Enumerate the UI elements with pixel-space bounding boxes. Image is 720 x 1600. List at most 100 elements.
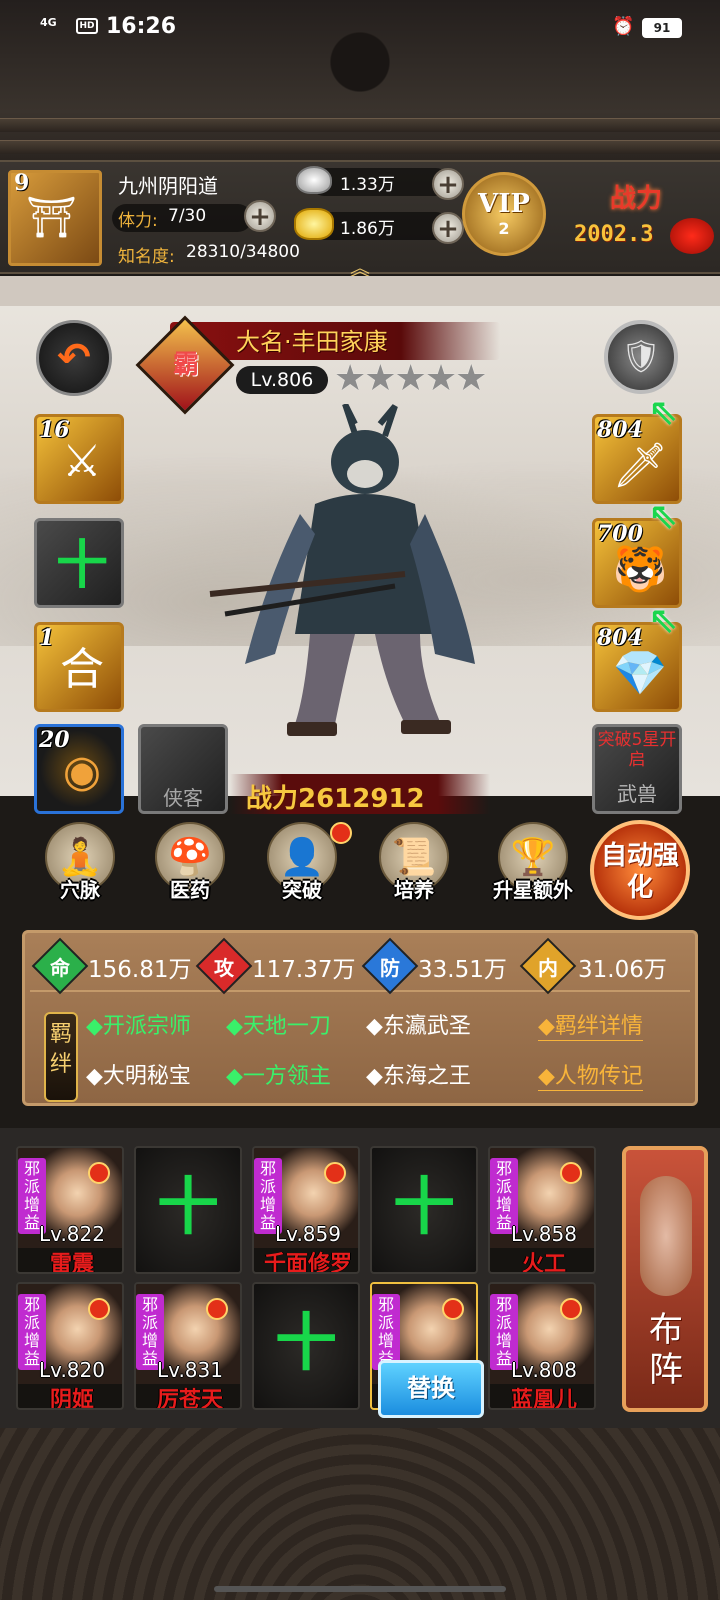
breakthrough-button[interactable]: 👤 突破 <box>254 822 352 918</box>
empty-hero-slot[interactable]: 十 <box>252 1282 360 1410</box>
auto-enhance-button[interactable]: 自动强化 <box>590 820 690 920</box>
skill-slot[interactable]: ⚔ 16 <box>34 414 124 504</box>
replace-button[interactable]: 替换 <box>378 1360 484 1418</box>
hero-card[interactable]: 邪派增益 Lv.808 蓝凰儿 <box>488 1282 596 1410</box>
hero-figure[interactable] <box>205 404 485 754</box>
evil-faction-tag: 邪派增益 <box>372 1294 400 1370</box>
faction-badge-text: 霸 <box>172 350 199 380</box>
star-up-extra-button[interactable]: 🏆 升星额外 <box>478 822 588 918</box>
empty-hero-slot[interactable]: 十 <box>370 1146 478 1274</box>
stat-value-inner: 31.06万 <box>578 957 667 983</box>
hero-card-level: Lv.822 <box>39 1222 105 1246</box>
notification-dot <box>560 1162 582 1184</box>
notification-dot <box>324 1162 346 1184</box>
clock: 16:26 <box>106 14 177 39</box>
player-name: 九州阴阳道 <box>118 174 218 198</box>
upgrade-arrow-icon: ⇖ <box>648 392 679 433</box>
add-hero-icon: 十 <box>274 1306 337 1379</box>
notification-dot <box>442 1298 464 1320</box>
notification-dot <box>88 1162 110 1184</box>
medicine-button[interactable]: 🍄 医药 <box>142 822 238 918</box>
stamina-value: 7/30 <box>168 206 207 226</box>
hd-badge: HD <box>76 18 98 34</box>
hero-level: Lv.806 <box>236 366 328 394</box>
bond-item: ◆天地一刀 <box>226 1014 331 1039</box>
stat-label: 命 <box>50 956 70 980</box>
bond-detail-link[interactable]: ◆羁绊详情 <box>538 1008 643 1041</box>
network-indicator: 4G <box>40 16 57 29</box>
roof-emblem-icon <box>300 22 420 102</box>
formation-label: 布阵 <box>649 1310 683 1390</box>
hero-card[interactable]: 邪派增益 Lv.820 阴姬 <box>16 1282 124 1410</box>
artifact-slot[interactable]: ◉ 20 <box>34 724 124 814</box>
gold-ingot-icon <box>294 208 334 240</box>
action-label: 突破 <box>282 878 322 902</box>
train-button[interactable]: 📜 培养 <box>366 822 462 918</box>
battery-indicator: 91 <box>642 18 682 38</box>
stat-label: 内 <box>538 956 558 980</box>
hero-card-level: Lv.831 <box>157 1358 223 1382</box>
hero-card-name: 雷震 <box>49 1252 94 1274</box>
hero-card[interactable]: 邪派增益 Lv.858 火工 <box>488 1146 596 1274</box>
add-hero-icon: 十 <box>392 1170 455 1243</box>
slot-level: 1 <box>39 625 55 651</box>
bond-item: ◆东海之王 <box>366 1064 471 1089</box>
stat-value-attack: 117.37万 <box>252 957 356 983</box>
stamina-label: 体力: <box>118 211 158 231</box>
vip-badge[interactable]: VIP 2 <box>462 172 546 256</box>
hero-card-level: Lv.859 <box>275 1222 341 1246</box>
hero-card-level: Lv.820 <box>39 1358 105 1382</box>
slot-level: 700 <box>597 521 643 547</box>
player-level: 9 <box>14 170 30 196</box>
hero-card-name: 阴姬 <box>49 1388 94 1410</box>
companion-slot-label: 侠客 <box>163 786 203 810</box>
slot-level: 16 <box>39 417 70 443</box>
hero-card-name: 蓝凰儿 <box>510 1388 577 1410</box>
slot-level: 20 <box>39 727 70 753</box>
beast-slot-label: 武兽 <box>617 782 657 806</box>
slot-level: 804 <box>597 417 643 443</box>
player-info-bar: 9 ⛩ 九州阴阳道 体力: 7/30 + 知名度: 28310/34800 1.… <box>0 160 720 280</box>
hero-card-name: 厉苍天 <box>156 1388 223 1410</box>
action-label: 穴脉 <box>60 878 100 902</box>
bond-item: ◆大明秘宝 <box>86 1064 191 1089</box>
hero-card-name: 火工 <box>521 1252 566 1274</box>
add-gold-button[interactable]: + <box>432 212 464 244</box>
add-silver-button[interactable]: + <box>432 168 464 200</box>
back-button[interactable]: ↶ <box>36 320 112 396</box>
add-icon: 十 <box>55 536 108 596</box>
biography-link[interactable]: ◆人物传记 <box>538 1058 643 1091</box>
hero-card[interactable]: 邪派增益 Lv.859 千面修罗 <box>252 1146 360 1274</box>
power-flame-icon <box>670 218 714 254</box>
vip-level: 2 <box>498 219 510 238</box>
hero-card[interactable]: 邪派增益 Lv.831 厉苍天 <box>134 1282 242 1410</box>
roof-beam <box>0 140 720 154</box>
notification-dot <box>330 822 352 844</box>
action-label: 医药 <box>170 878 210 902</box>
skill-slot[interactable]: 合 1 <box>34 622 124 712</box>
add-hero-icon: 十 <box>156 1170 219 1243</box>
hero-card-level: Lv.858 <box>511 1222 577 1246</box>
sage-portrait <box>640 1176 692 1296</box>
action-label: 升星额外 <box>493 878 573 902</box>
hero-power: 战力2612912 <box>246 784 425 814</box>
hero-card-level: Lv.808 <box>511 1358 577 1382</box>
silver-value: 1.33万 <box>340 175 395 195</box>
fame-value: 28310/34800 <box>186 242 300 262</box>
add-stamina-button[interactable]: + <box>244 200 276 232</box>
meridian-button[interactable]: 🧘 穴脉 <box>32 822 128 918</box>
bond-item: ◆开派宗师 <box>86 1014 191 1039</box>
power-value: 2002.3 <box>574 222 654 247</box>
notification-dot <box>88 1298 110 1320</box>
footer-pattern <box>0 1428 720 1600</box>
empty-hero-slot[interactable]: 十 <box>134 1146 242 1274</box>
empty-skill-slot[interactable]: 十 <box>34 518 124 608</box>
pagoda-icon: ⛩ <box>26 195 77 241</box>
guard-icon[interactable]: 🛡 <box>604 320 678 394</box>
panel-top-strip <box>0 276 720 306</box>
game-screen: { "status_bar": {"network": "4G", "hd": … <box>0 0 720 1600</box>
system-nav-bar[interactable] <box>214 1586 506 1592</box>
hero-card[interactable]: 邪派增益 Lv.822 雷震 <box>16 1146 124 1274</box>
power-label: 战力 <box>610 184 663 214</box>
vip-label: VIP <box>478 189 530 219</box>
